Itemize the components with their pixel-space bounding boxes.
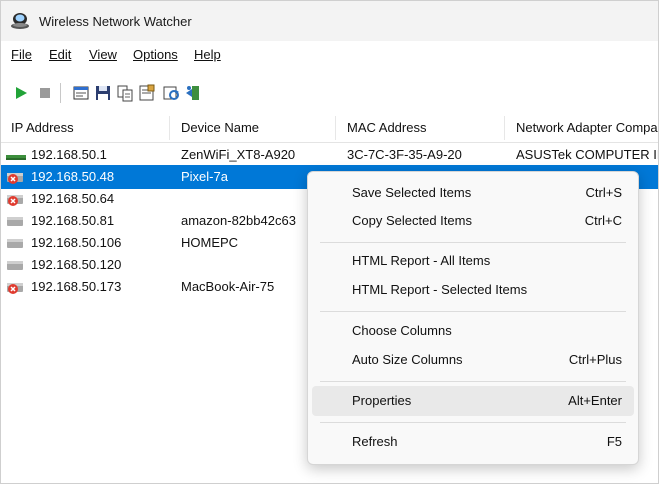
cell-ip-address: 192.168.50.48 bbox=[31, 169, 115, 184]
menu-edit[interactable]: Edit bbox=[49, 47, 71, 62]
offline-device-icon bbox=[7, 195, 23, 206]
menu-item-label: Properties bbox=[352, 393, 412, 408]
column-header-ip-address[interactable]: IP Address bbox=[11, 120, 74, 135]
menu-edit-label: Edit bbox=[49, 47, 72, 62]
menu-view[interactable]: View bbox=[89, 47, 117, 62]
menu-file[interactable]: File bbox=[11, 47, 32, 62]
menu-item-label: Refresh bbox=[352, 434, 398, 449]
menu-item-html-report-all-items[interactable]: HTML Report - All Items bbox=[312, 246, 634, 276]
menu-options-label: Options bbox=[133, 47, 178, 62]
column-header-device-name[interactable]: Device Name bbox=[181, 120, 259, 135]
menu-item-label: HTML Report - Selected Items bbox=[352, 282, 528, 297]
copy-icon[interactable] bbox=[115, 83, 135, 103]
menu-view-label: View bbox=[89, 47, 117, 62]
menu-item-shortcut: F5 bbox=[606, 434, 622, 449]
menu-item-shortcut: Ctrl+S bbox=[585, 185, 622, 200]
menu-item-save-selected-items[interactable]: Save Selected Items Ctrl+S bbox=[312, 178, 634, 208]
offline-device-icon bbox=[7, 173, 23, 184]
app-icon bbox=[11, 13, 29, 29]
device-icon bbox=[7, 217, 23, 226]
cell-ip-address: 192.168.50.106 bbox=[31, 235, 122, 250]
column-divider[interactable] bbox=[504, 116, 505, 140]
cell-ip-address: 192.168.50.64 bbox=[31, 191, 115, 206]
context-menu: Save Selected Items Ctrl+S Copy Selected… bbox=[307, 171, 639, 465]
menu-separator bbox=[320, 381, 626, 382]
table-row[interactable]: 192.168.50.1 ZenWiFi_XT8-A920 3C-7C-3F-35-… bbox=[1, 143, 658, 167]
column-divider[interactable] bbox=[335, 116, 336, 140]
offline-device-icon bbox=[7, 283, 23, 294]
column-header-mac-address[interactable]: MAC Address bbox=[347, 120, 426, 135]
refresh-icon[interactable] bbox=[161, 83, 181, 103]
menu-help-label: Help bbox=[194, 47, 221, 62]
menu-item-label: Choose Columns bbox=[352, 323, 452, 338]
menu-item-properties[interactable]: Properties Alt+Enter bbox=[312, 386, 634, 416]
device-icon bbox=[7, 261, 23, 270]
stop-icon[interactable] bbox=[35, 83, 55, 103]
app-window: Wireless Network Watcher File Edit View … bbox=[0, 0, 659, 484]
menu-options[interactable]: Options bbox=[133, 47, 178, 62]
cell-ip-address: 192.168.50.120 bbox=[31, 257, 122, 272]
router-icon bbox=[6, 155, 26, 160]
menu-help[interactable]: Help bbox=[194, 47, 221, 62]
toolbar bbox=[1, 77, 658, 107]
menu-item-auto-size-columns[interactable]: Auto Size Columns Ctrl+Plus bbox=[312, 345, 634, 375]
window-title: Wireless Network Watcher bbox=[39, 14, 192, 29]
menu-item-html-report-selected-items[interactable]: HTML Report - Selected Items bbox=[312, 275, 634, 305]
exit-icon[interactable] bbox=[183, 83, 203, 103]
menu-item-refresh[interactable]: Refresh F5 bbox=[312, 427, 634, 457]
play-icon[interactable] bbox=[11, 83, 31, 103]
device-icon bbox=[7, 239, 23, 248]
toolbar-separator bbox=[60, 83, 61, 103]
menu-separator bbox=[320, 242, 626, 243]
menu-item-label: Auto Size Columns bbox=[352, 352, 463, 367]
column-header-network-adapter-company[interactable]: Network Adapter Company bbox=[516, 120, 658, 135]
cell-mac-address: 3C-7C-3F-35-A9-20 bbox=[347, 147, 462, 162]
properties-icon[interactable] bbox=[137, 83, 157, 103]
menu-item-copy-selected-items[interactable]: Copy Selected Items Ctrl+C bbox=[312, 206, 634, 236]
column-header-row: IP Address Device Name MAC Address Netwo… bbox=[1, 114, 658, 143]
menu-item-shortcut: Alt+Enter bbox=[568, 393, 622, 408]
menu-item-shortcut: Ctrl+Plus bbox=[568, 352, 622, 367]
cell-network-adapter-company: ASUSTek COMPUTER INC. bbox=[516, 147, 658, 162]
menu-item-shortcut: Ctrl+C bbox=[584, 213, 622, 228]
cell-ip-address: 192.168.50.81 bbox=[31, 213, 115, 228]
title-bar[interactable]: Wireless Network Watcher bbox=[1, 1, 658, 41]
html-report-icon[interactable] bbox=[71, 83, 91, 103]
column-divider[interactable] bbox=[169, 116, 170, 140]
menu-separator bbox=[320, 422, 626, 423]
cell-ip-address: 192.168.50.1 bbox=[31, 147, 107, 162]
menu-item-label: Copy Selected Items bbox=[352, 213, 472, 228]
menu-item-choose-columns[interactable]: Choose Columns bbox=[312, 316, 634, 346]
menu-file-label: File bbox=[11, 47, 32, 62]
menu-item-label: Save Selected Items bbox=[352, 185, 472, 200]
cell-ip-address: 192.168.50.173 bbox=[31, 279, 122, 294]
menu-separator bbox=[320, 311, 626, 312]
save-icon[interactable] bbox=[93, 83, 113, 103]
cell-device-name: ZenWiFi_XT8-A920 bbox=[181, 147, 296, 162]
menu-item-label: HTML Report - All Items bbox=[352, 253, 491, 268]
